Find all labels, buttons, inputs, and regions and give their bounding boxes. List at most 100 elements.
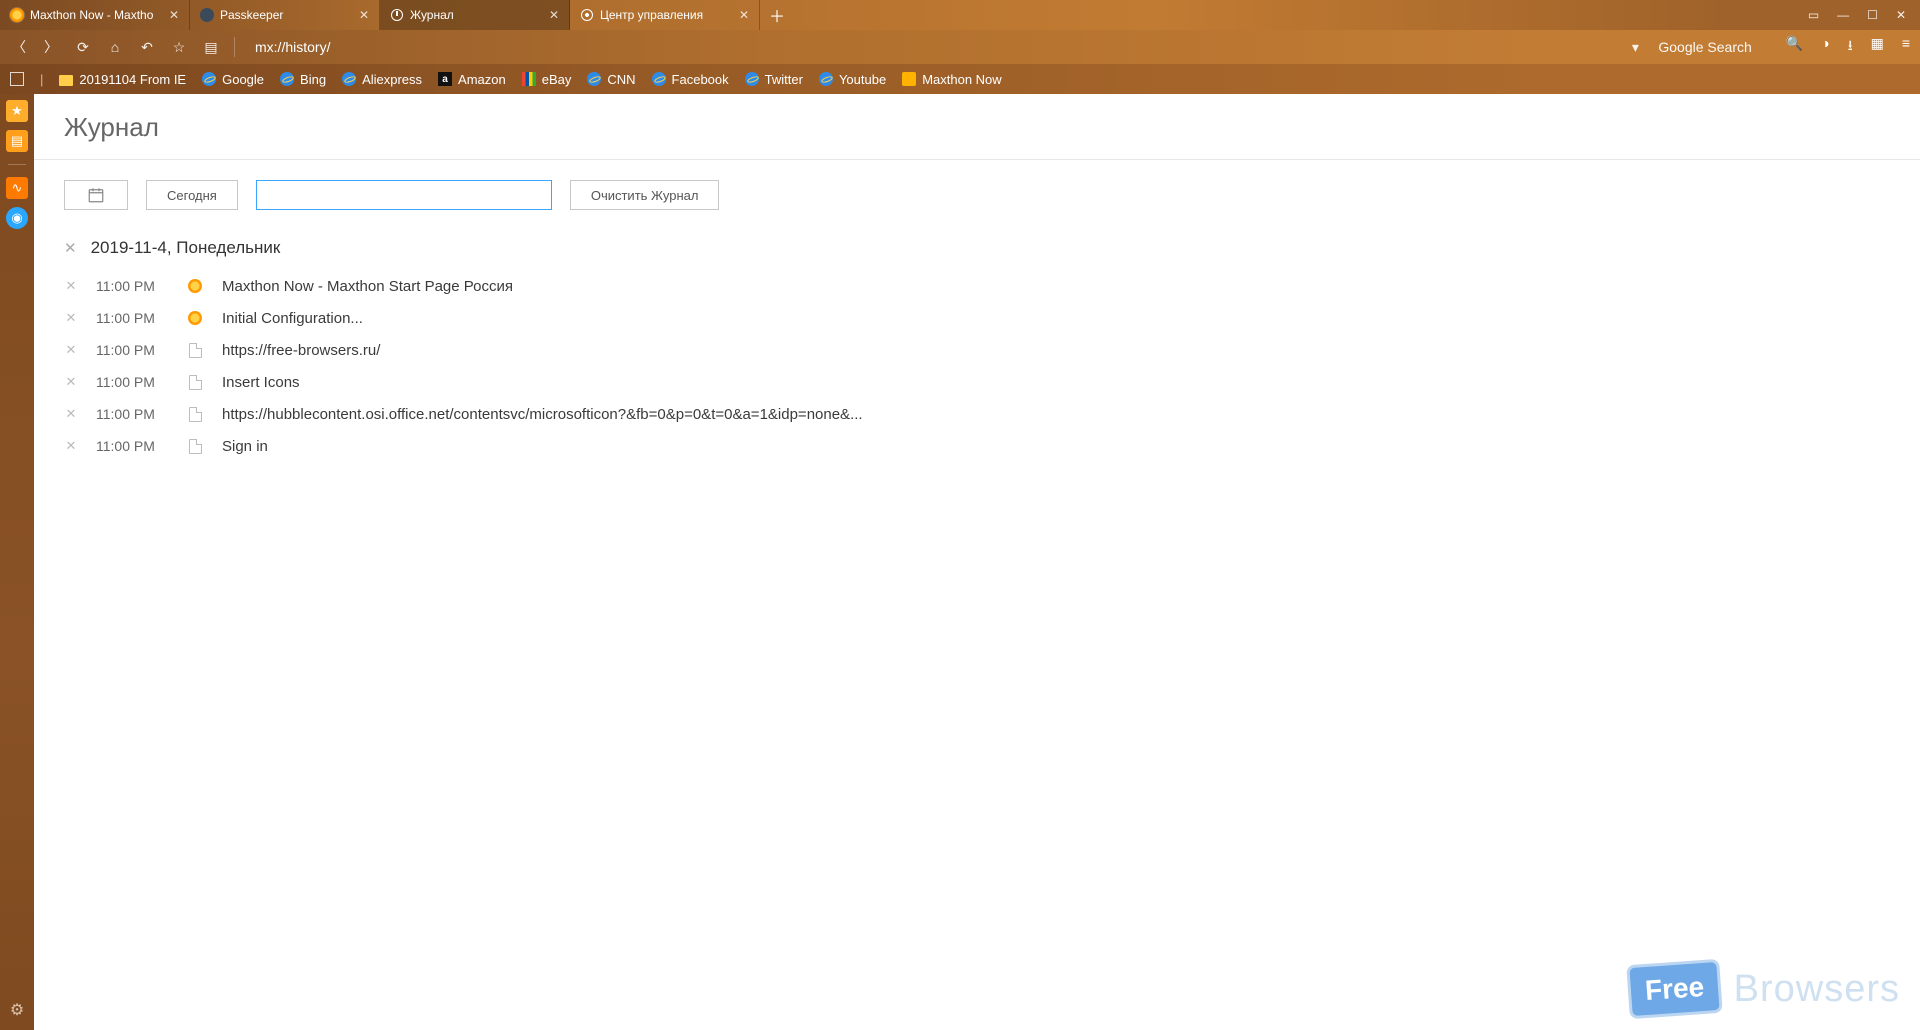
entry-title: Insert Icons: [222, 374, 300, 391]
delete-day-icon[interactable]: ✕: [64, 239, 77, 257]
clear-history-button[interactable]: Очистить Журнал: [570, 180, 720, 210]
tab-maxthon-now[interactable]: Maxthon Now - Maxtho ✕: [0, 0, 190, 30]
close-icon[interactable]: ✕: [169, 8, 179, 22]
bookmark-twitter[interactable]: Twitter: [745, 72, 803, 87]
bookmark-label: Aliexpress: [362, 72, 422, 87]
history-date-label: 2019-11-4, Понедельник: [91, 238, 281, 258]
calendar-button[interactable]: [64, 180, 128, 210]
downloads-icon[interactable]: ⭳: [1848, 35, 1853, 59]
bookmark-cnn[interactable]: CNN: [587, 72, 635, 87]
bookmark-label: 20191104 From IE: [79, 72, 186, 87]
folder-icon: [59, 75, 73, 86]
sun-icon: [188, 279, 202, 293]
reader-button[interactable]: ▤: [202, 39, 220, 56]
page-icon: [189, 439, 202, 454]
history-page: Журнал Сегодня Очистить Журнал ✕ 2019-11…: [34, 94, 1920, 1030]
entry-title: Sign in: [222, 438, 268, 455]
delete-entry-icon[interactable]: ✕: [64, 438, 78, 454]
page-icon: [189, 375, 202, 390]
history-entry[interactable]: ✕11:00 PMInitial Configuration...: [64, 302, 1890, 334]
bookmark-youtube[interactable]: Youtube: [819, 72, 886, 87]
history-entry[interactable]: ✕11:00 PMhttps://hubblecontent.osi.offic…: [64, 398, 1890, 430]
menu-icon[interactable]: ≡: [1902, 35, 1910, 59]
delete-entry-icon[interactable]: ✕: [64, 374, 78, 390]
new-tab-button[interactable]: ＋: [760, 0, 794, 30]
close-icon[interactable]: ✕: [549, 8, 559, 22]
today-button-label: Сегодня: [167, 188, 217, 203]
delete-entry-icon[interactable]: ✕: [64, 342, 78, 358]
bookmark-google[interactable]: Google: [202, 72, 264, 87]
favorite-button[interactable]: ☆: [170, 39, 188, 56]
calendar-icon: [87, 186, 105, 204]
bookmark-label: Youtube: [839, 72, 886, 87]
history-entry[interactable]: ✕11:00 PMSign in: [64, 430, 1890, 462]
ie-icon: [587, 72, 601, 86]
settings-rail-icon[interactable]: ⚙: [10, 1000, 24, 1020]
bookmark-label: eBay: [542, 72, 572, 87]
bookmark-label: Google: [222, 72, 264, 87]
history-entry[interactable]: ✕11:00 PMMaxthon Now - Maxthon Start Pag…: [64, 270, 1890, 302]
tab-label: Журнал: [410, 8, 543, 22]
account-icon[interactable]: ◑: [1821, 35, 1829, 59]
maximize-icon[interactable]: ☐: [1867, 8, 1878, 22]
bookmark-label: Twitter: [765, 72, 803, 87]
entry-time: 11:00 PM: [96, 342, 168, 358]
ie-icon: [745, 72, 759, 86]
favorites-rail-icon[interactable]: ★: [6, 100, 28, 122]
amazon-icon: a: [438, 72, 452, 86]
history-entry[interactable]: ✕11:00 PMInsert Icons: [64, 366, 1890, 398]
gear-icon: [580, 8, 594, 22]
dropdown-icon[interactable]: ▾: [1626, 39, 1644, 56]
split-icon[interactable]: ▭: [1808, 8, 1819, 22]
home-button[interactable]: ⌂: [106, 39, 124, 55]
bookmark-facebook[interactable]: Facebook: [652, 72, 729, 87]
close-icon[interactable]: ✕: [739, 8, 749, 22]
close-window-icon[interactable]: ✕: [1896, 8, 1906, 22]
watermark: Free Browsers: [1628, 962, 1900, 1016]
tab-passkeeper[interactable]: Passkeeper ✕: [190, 0, 380, 30]
watermark-browsers: Browsers: [1734, 968, 1900, 1011]
rss-rail-icon[interactable]: ∿: [6, 177, 28, 199]
search-engine-label[interactable]: Google Search: [1658, 39, 1751, 55]
history-search-input[interactable]: [256, 180, 552, 210]
back-button[interactable]: 〈: [10, 37, 28, 57]
sun-icon: [188, 311, 202, 325]
close-icon[interactable]: ✕: [359, 8, 369, 22]
key-icon: [200, 8, 214, 22]
toolbar: 〈 〉 ⟳ ⌂ ↶ ☆ ▤ mx://history/ ▾ Google Sea…: [0, 30, 1920, 64]
reload-button[interactable]: ⟳: [74, 39, 92, 56]
sidebar-toggle-icon[interactable]: [10, 72, 24, 86]
today-button[interactable]: Сегодня: [146, 180, 238, 210]
undo-button[interactable]: ↶: [138, 39, 156, 56]
delete-entry-icon[interactable]: ✕: [64, 278, 78, 294]
maxthon-icon: [902, 72, 916, 86]
history-day-group: ✕ 2019-11-4, Понедельник ✕11:00 PMMaxtho…: [64, 238, 1890, 462]
ie-icon: [342, 72, 356, 86]
bookmark-label: Bing: [300, 72, 326, 87]
entry-time: 11:00 PM: [96, 310, 168, 326]
bookmark-amazon[interactable]: aAmazon: [438, 72, 506, 87]
tab-control-center[interactable]: Центр управления ✕: [570, 0, 760, 30]
bookmark-aliexpress[interactable]: Aliexpress: [342, 72, 422, 87]
bookmark-maxthon-now[interactable]: Maxthon Now: [902, 72, 1001, 87]
orb-rail-icon[interactable]: ◉: [6, 207, 28, 229]
history-entry[interactable]: ✕11:00 PMhttps://free-browsers.ru/: [64, 334, 1890, 366]
bookmark-bing[interactable]: Bing: [280, 72, 326, 87]
delete-entry-icon[interactable]: ✕: [64, 406, 78, 422]
address-bar[interactable]: mx://history/: [255, 39, 330, 55]
page-title: Журнал: [64, 112, 1890, 143]
bookmark-ebay[interactable]: eBay: [522, 72, 572, 87]
tab-label: Центр управления: [600, 8, 733, 22]
ie-icon: [202, 72, 216, 86]
minimize-icon[interactable]: —: [1837, 8, 1849, 22]
bookmarks-bar: | 20191104 From IE Google Bing Aliexpres…: [0, 64, 1920, 94]
bookmark-folder[interactable]: 20191104 From IE: [59, 72, 186, 87]
forward-button[interactable]: 〉: [42, 37, 60, 57]
tab-history[interactable]: Журнал ✕: [380, 0, 570, 30]
history-controls: Сегодня Очистить Журнал: [64, 180, 1890, 210]
search-icon[interactable]: 🔍: [1786, 35, 1803, 59]
notes-rail-icon[interactable]: ▤: [6, 130, 28, 152]
entry-time: 11:00 PM: [96, 406, 168, 422]
extensions-icon[interactable]: ▦: [1871, 35, 1884, 59]
delete-entry-icon[interactable]: ✕: [64, 310, 78, 326]
